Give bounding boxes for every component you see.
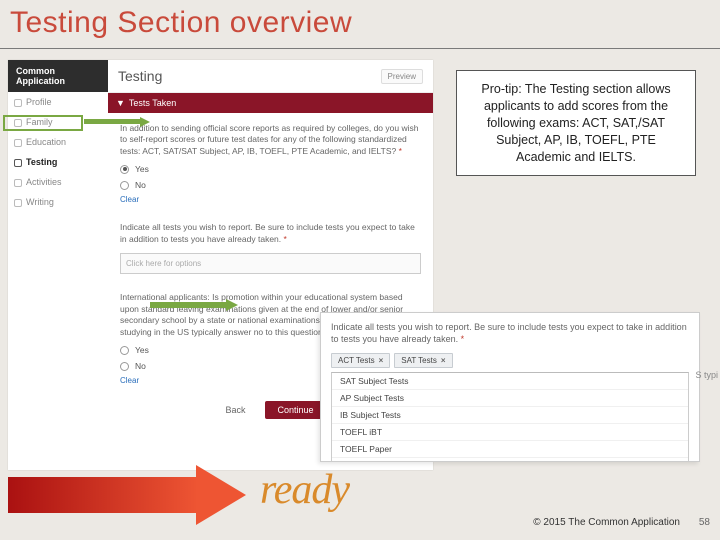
question-1: In addition to sending official score re… xyxy=(108,113,433,161)
copyright-text: © 2015 The Common Application xyxy=(533,517,680,528)
callout-text: Pro-tip: The Testing section allows appl… xyxy=(481,82,670,164)
clear-link-1[interactable]: Clear xyxy=(108,193,433,212)
tests-multiselect[interactable]: Click here for options xyxy=(120,253,421,274)
chip-sat[interactable]: SAT Tests × xyxy=(394,353,452,368)
sidebar-item-label: Family xyxy=(26,117,53,127)
green-arrow-icon xyxy=(150,300,240,310)
radio-no-label: No xyxy=(135,180,146,190)
side-hint-text: S typi xyxy=(695,370,718,380)
radio-yes-label: Yes xyxy=(135,345,149,355)
sidebar-item-profile[interactable]: Profile xyxy=(8,92,108,112)
inset-panel: Indicate all tests you wish to report. B… xyxy=(320,312,700,462)
continue-button[interactable]: Continue xyxy=(265,401,325,419)
question-2-text: Indicate all tests you wish to report. B… xyxy=(120,222,415,243)
dropdown-item[interactable]: IB Subject Tests xyxy=(332,407,688,424)
radio-yes-label: Yes xyxy=(135,164,149,174)
dropdown-item[interactable]: SAT Subject Tests xyxy=(332,373,688,390)
slide-root: Testing Section overview Common Applicat… xyxy=(0,0,720,540)
close-icon[interactable]: × xyxy=(441,356,446,365)
main-title: Testing xyxy=(118,68,162,84)
sidebar-item-label: Writing xyxy=(26,197,54,207)
section-header-label: Tests Taken xyxy=(129,98,176,108)
chip-label: ACT Tests xyxy=(338,356,375,365)
inset-prompt-text: Indicate all tests you wish to report. B… xyxy=(331,322,687,344)
chip-act[interactable]: ACT Tests × xyxy=(331,353,390,368)
question-1-text: In addition to sending official score re… xyxy=(120,123,418,156)
radio-no-icon xyxy=(120,181,129,190)
section-header[interactable]: ▼ Tests Taken xyxy=(108,93,433,113)
sidebar-item-label: Activities xyxy=(26,177,62,187)
back-button[interactable]: Back xyxy=(215,401,255,419)
slide-title: Testing Section overview xyxy=(10,6,352,40)
sidebar-item-label: Education xyxy=(26,137,66,147)
dropdown-item[interactable]: PTE Academic Test xyxy=(332,458,688,462)
radio-no-label: No xyxy=(135,361,146,371)
sidebar-item-testing[interactable]: Testing xyxy=(8,152,108,172)
dropdown-list: SAT Subject Tests AP Subject Tests IB Su… xyxy=(331,372,689,462)
ready-logo: ready xyxy=(260,466,349,514)
required-mark: * xyxy=(399,146,402,156)
dropdown-item[interactable]: AP Subject Tests xyxy=(332,390,688,407)
sidebar-header: Common Application xyxy=(8,60,108,92)
chevron-down-icon: ▼ xyxy=(116,98,125,108)
question-2: Indicate all tests you wish to report. B… xyxy=(108,212,433,249)
page-number: 58 xyxy=(699,517,710,528)
red-arrow-icon xyxy=(8,465,258,525)
callout-box: Pro-tip: The Testing section allows appl… xyxy=(456,70,696,176)
sidebar-item-writing[interactable]: Writing xyxy=(8,192,108,212)
green-arrow-icon xyxy=(84,118,154,126)
title-rule xyxy=(0,48,720,49)
sidebar-item-label: Testing xyxy=(26,157,57,167)
radio-yes-icon xyxy=(120,346,129,355)
inset-prompt: Indicate all tests you wish to report. B… xyxy=(321,313,699,349)
radio-no-icon xyxy=(120,362,129,371)
sidebar-item-education[interactable]: Education xyxy=(8,132,108,152)
dropdown-item[interactable]: TOEFL Paper xyxy=(332,441,688,458)
required-mark: * xyxy=(461,334,465,344)
main-header-row: Testing Preview xyxy=(108,60,433,93)
preview-button[interactable]: Preview xyxy=(381,69,423,84)
dropdown-item[interactable]: TOEFL iBT xyxy=(332,424,688,441)
chip-label: SAT Tests xyxy=(401,356,437,365)
sidebar-item-activities[interactable]: Activities xyxy=(8,172,108,192)
q1-yes-row[interactable]: Yes xyxy=(108,161,433,177)
radio-yes-icon xyxy=(120,165,129,174)
required-mark: * xyxy=(284,234,287,244)
close-icon[interactable]: × xyxy=(379,356,384,365)
q1-no-row[interactable]: No xyxy=(108,177,433,193)
sidebar-item-label: Profile xyxy=(26,97,52,107)
chip-row: ACT Tests × SAT Tests × xyxy=(321,349,699,372)
